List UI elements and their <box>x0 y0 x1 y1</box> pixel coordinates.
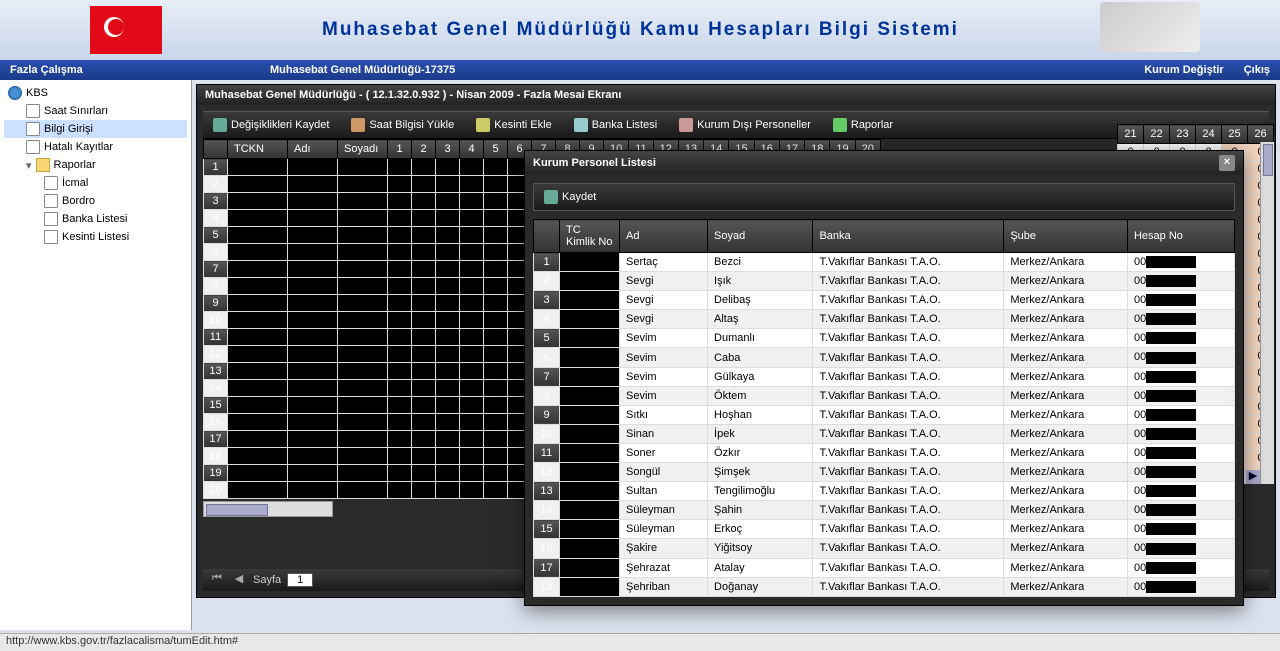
pager-prev[interactable]: ◀ <box>231 572 247 588</box>
table-row[interactable]: 10SinanİpekT.Vakıflar Bankası T.A.O.Merk… <box>534 424 1235 443</box>
col-soyadi[interactable]: Soyadı <box>338 140 388 159</box>
pager-first[interactable]: ⏮ <box>209 572 225 588</box>
scroll-right-arrow[interactable]: ▶ <box>1246 470 1260 484</box>
doc-icon <box>44 176 58 190</box>
load-button[interactable]: Saat Bilgisi Yükle <box>347 116 458 134</box>
keyboard-image <box>1100 2 1200 52</box>
change-org-link[interactable]: Kurum Değiştir <box>1144 64 1223 76</box>
personnel-grid[interactable]: TC Kimlik No Ad Soyad Banka Şube Hesap N… <box>533 219 1235 597</box>
sidebar: KBS Saat SınırlarıBilgi GirişiHatalı Kay… <box>0 80 192 630</box>
table-row[interactable]: 3SevgiDelibaşT.Vakıflar Bankası T.A.O.Me… <box>534 291 1235 310</box>
table-row[interactable]: 15SüleymanErkoçT.Vakıflar Bankası T.A.O.… <box>534 520 1235 539</box>
table-row[interactable]: 4SevgiAltaşT.Vakıflar Bankası T.A.O.Merk… <box>534 310 1235 329</box>
doc-icon <box>44 194 58 208</box>
users-icon <box>679 118 693 132</box>
doc-icon <box>26 122 40 136</box>
tree-report-Kesinti Listesi[interactable]: Kesinti Listesi <box>4 228 187 246</box>
table-row[interactable]: 2SevgiIşıkT.Vakıflar Bankası T.A.O.Merke… <box>534 272 1235 291</box>
tree-item-Hatalı Kayıtlar[interactable]: Hatalı Kayıtlar <box>4 138 187 156</box>
tree-report-Bordro[interactable]: Bordro <box>4 192 187 210</box>
h-scroll[interactable] <box>203 501 333 517</box>
tree-item-Saat Sınırları[interactable]: Saat Sınırları <box>4 102 187 120</box>
flag-icon <box>90 6 162 54</box>
table-row[interactable]: 7SevimGülkayaT.Vakıflar Bankası T.A.O.Me… <box>534 367 1235 386</box>
v-scroll[interactable] <box>1260 142 1274 484</box>
day-22[interactable]: 22 <box>1144 125 1170 144</box>
save-icon <box>213 118 227 132</box>
upload-icon <box>351 118 365 132</box>
modal-title-text: Kurum Personel Listesi <box>533 157 656 169</box>
save-button[interactable]: Değişiklikleri Kaydet <box>209 116 333 134</box>
day-21[interactable]: 21 <box>1118 125 1144 144</box>
col-tc[interactable]: TC Kimlik No <box>560 220 620 253</box>
col-ad[interactable]: Ad <box>620 220 708 253</box>
app-header: Muhasebat Genel Müdürlüğü Kamu Hesapları… <box>0 0 1280 60</box>
topbar: Fazla Çalışma Muhasebat Genel Müdürlüğü-… <box>0 60 1280 80</box>
tree-item-Bilgi Girişi[interactable]: Bilgi Girişi <box>4 120 187 138</box>
globe-icon <box>8 86 22 100</box>
status-bar: http://www.kbs.gov.tr/fazlacalisma/tumEd… <box>0 633 1280 651</box>
add-icon <box>476 118 490 132</box>
ext-button[interactable]: Kurum Dışı Personeller <box>675 116 815 134</box>
day-23[interactable]: 23 <box>1170 125 1196 144</box>
doc-icon <box>44 212 58 226</box>
col-hesap[interactable]: Hesap No <box>1127 220 1234 253</box>
table-row[interactable]: 14SüleymanŞahinT.Vakıflar Bankası T.A.O.… <box>534 501 1235 520</box>
save-icon <box>544 190 558 204</box>
list-icon <box>574 118 588 132</box>
table-row[interactable]: 6SevimCabaT.Vakıflar Bankası T.A.O.Merke… <box>534 348 1235 367</box>
pager-input[interactable] <box>287 573 313 587</box>
col-tckn[interactable]: TCKN <box>228 140 288 159</box>
panel-title: Muhasebat Genel Müdürlüğü - ( 12.1.32.0.… <box>197 85 1275 105</box>
doc-icon <box>26 140 40 154</box>
col-adi[interactable]: Adı <box>288 140 338 159</box>
table-row[interactable]: 16ŞakireYiğitsoyT.Vakıflar Bankası T.A.O… <box>534 539 1235 558</box>
day-25[interactable]: 25 <box>1222 125 1248 144</box>
day-24[interactable]: 24 <box>1196 125 1222 144</box>
tree-report-İcmal[interactable]: İcmal <box>4 174 187 192</box>
day-5[interactable]: 5 <box>484 140 508 159</box>
tree-report-Banka Listesi[interactable]: Banka Listesi <box>4 210 187 228</box>
tree-root[interactable]: KBS <box>4 84 187 102</box>
tree-reports[interactable]: ▾Raporlar <box>4 156 187 174</box>
reports-button[interactable]: Raporlar <box>829 116 897 134</box>
day-1[interactable]: 1 <box>388 140 412 159</box>
deduct-button[interactable]: Kesinti Ekle <box>472 116 555 134</box>
personnel-modal: Kurum Personel Listesi × Kaydet TC Kimli… <box>524 150 1244 606</box>
table-row[interactable]: 18ŞehribanDoğanayT.Vakıflar Bankası T.A.… <box>534 577 1235 596</box>
table-row[interactable]: 17ŞehrazatAtalayT.Vakıflar Bankası T.A.O… <box>534 558 1235 577</box>
report-icon <box>833 118 847 132</box>
col-banka[interactable]: Banka <box>813 220 1004 253</box>
folder-icon <box>36 158 50 172</box>
table-row[interactable]: 11SonerÖzkırT.Vakıflar Bankası T.A.O.Mer… <box>534 443 1235 462</box>
topbar-org: Muhasebat Genel Müdürlüğü-17375 <box>250 64 1144 76</box>
table-row[interactable]: 1SertaçBezciT.Vakıflar Bankası T.A.O.Mer… <box>534 253 1235 272</box>
doc-icon <box>44 230 58 244</box>
table-row[interactable]: 9SıtkıHoşhanT.Vakıflar Bankası T.A.O.Mer… <box>534 405 1235 424</box>
day-2[interactable]: 2 <box>412 140 436 159</box>
day-26[interactable]: 26 <box>1248 125 1274 144</box>
col-soyad[interactable]: Soyad <box>708 220 813 253</box>
table-row[interactable]: 8SevimÖktemT.Vakıflar Bankası T.A.O.Merk… <box>534 386 1235 405</box>
table-row[interactable]: 13SultanTengilimoğluT.Vakıflar Bankası T… <box>534 482 1235 501</box>
topbar-module: Fazla Çalışma <box>10 64 250 76</box>
doc-icon <box>26 104 40 118</box>
app-title: Muhasebat Genel Müdürlüğü Kamu Hesapları… <box>322 19 959 41</box>
logout-link[interactable]: Çıkış <box>1244 64 1270 76</box>
day-4[interactable]: 4 <box>460 140 484 159</box>
close-icon[interactable]: × <box>1219 155 1235 171</box>
day-3[interactable]: 3 <box>436 140 460 159</box>
table-row[interactable]: 5SevimDumanlıT.Vakıflar Bankası T.A.O.Me… <box>534 329 1235 348</box>
toolbar: Değişiklikleri Kaydet Saat Bilgisi Yükle… <box>203 111 1269 139</box>
modal-save-button[interactable]: Kaydet <box>540 188 1228 206</box>
bank-button[interactable]: Banka Listesi <box>570 116 661 134</box>
table-row[interactable]: 12SongülŞimşekT.Vakıflar Bankası T.A.O.M… <box>534 463 1235 482</box>
col-sube[interactable]: Şube <box>1004 220 1128 253</box>
